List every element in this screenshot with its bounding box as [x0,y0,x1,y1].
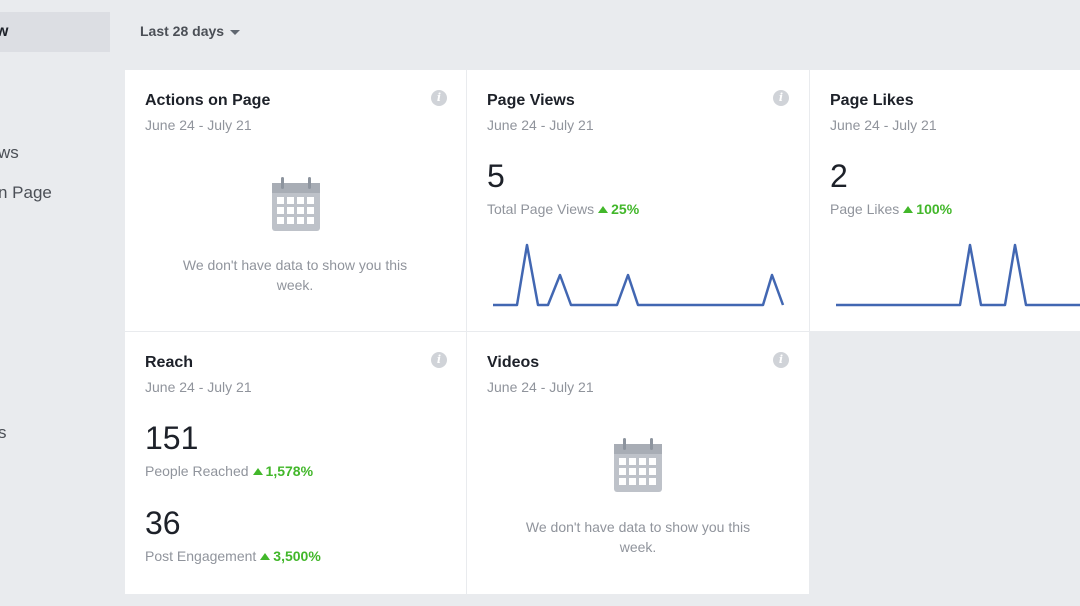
card-title: Page Likes [830,92,914,109]
trend-value: 1,578% [265,463,314,479]
card-date-range: June 24 - July 21 [145,379,252,395]
no-data-message: We don't have data to show you this week… [182,257,408,293]
trend-up-icon [260,553,271,560]
sparkline-line [493,243,785,307]
sparkline-chart [493,243,785,307]
info-icon[interactable]: i [431,90,447,106]
chevron-down-icon [230,29,241,35]
metric-label-text: Post Engagement [145,548,257,564]
sidebar: w ws n Page s [0,0,110,606]
trend-up-icon [903,206,914,213]
card-date-range: June 24 - July 21 [487,117,594,133]
metric-value: 2 [830,158,848,194]
info-icon[interactable]: i [431,352,447,368]
metric-label: Total Page Views 25% [487,201,639,217]
metric-label: Page Likes 100% [830,201,952,217]
sparkline-chart [836,243,1080,307]
metric-value: 5 [487,158,505,194]
metric-value: 151 [145,420,199,456]
sidebar-item-actions-on-page[interactable]: n Page [0,183,52,203]
card-title: Reach [145,354,194,371]
card-title: Page Views [487,92,575,109]
card-actions-on-page[interactable]: Actions on Page June 24 - July 21 i We d… [125,70,466,331]
card-page-views[interactable]: Page Views June 24 - July 21 i 5 Total P… [467,70,809,331]
card-date-range: June 24 - July 21 [145,117,252,133]
metric-value-secondary: 36 [145,505,181,541]
card-reach[interactable]: Reach June 24 - July 21 i 151 People Rea… [125,332,466,594]
trend-up-icon [252,468,263,475]
metric-label-text: Total Page Views [487,201,595,217]
card-date-range: June 24 - July 21 [487,379,594,395]
trend-badge: 1,578% [252,463,314,479]
metric-label: People Reached 1,578% [145,463,313,479]
sidebar-item-page-views[interactable]: ws [0,143,19,163]
trend-badge: 25% [598,201,639,217]
metric-label-secondary: Post Engagement 3,500% [145,548,321,564]
no-data-message: We don't have data to show you this week… [525,519,751,555]
trend-up-icon [598,206,609,213]
info-icon[interactable]: i [773,352,789,368]
trend-badge: 3,500% [260,548,321,564]
card-title: Actions on Page [145,92,271,109]
sidebar-item-label: w [0,23,9,40]
sidebar-item-overview[interactable]: w [0,12,110,52]
calendar-icon [272,177,320,231]
trend-badge: 100% [903,201,952,217]
card-title: Videos [487,354,540,371]
card-page-likes[interactable]: Page Likes June 24 - July 21 2 Page Like… [810,70,1080,331]
info-icon[interactable]: i [773,90,789,106]
date-range-label: Last 28 days [140,23,225,39]
trend-value: 25% [611,201,640,217]
trend-value: 100% [916,201,953,217]
sparkline-line [836,243,1080,307]
metric-label-text: Page Likes [830,201,900,217]
sidebar-item-posts[interactable]: s [0,423,7,443]
card-date-range: June 24 - July 21 [830,117,937,133]
card-videos[interactable]: Videos June 24 - July 21 i We don't have… [467,332,809,594]
trend-value: 3,500% [273,548,321,564]
calendar-icon [614,438,662,492]
date-range-dropdown[interactable]: Last 28 days [140,23,241,39]
metric-label-text: People Reached [145,463,249,479]
